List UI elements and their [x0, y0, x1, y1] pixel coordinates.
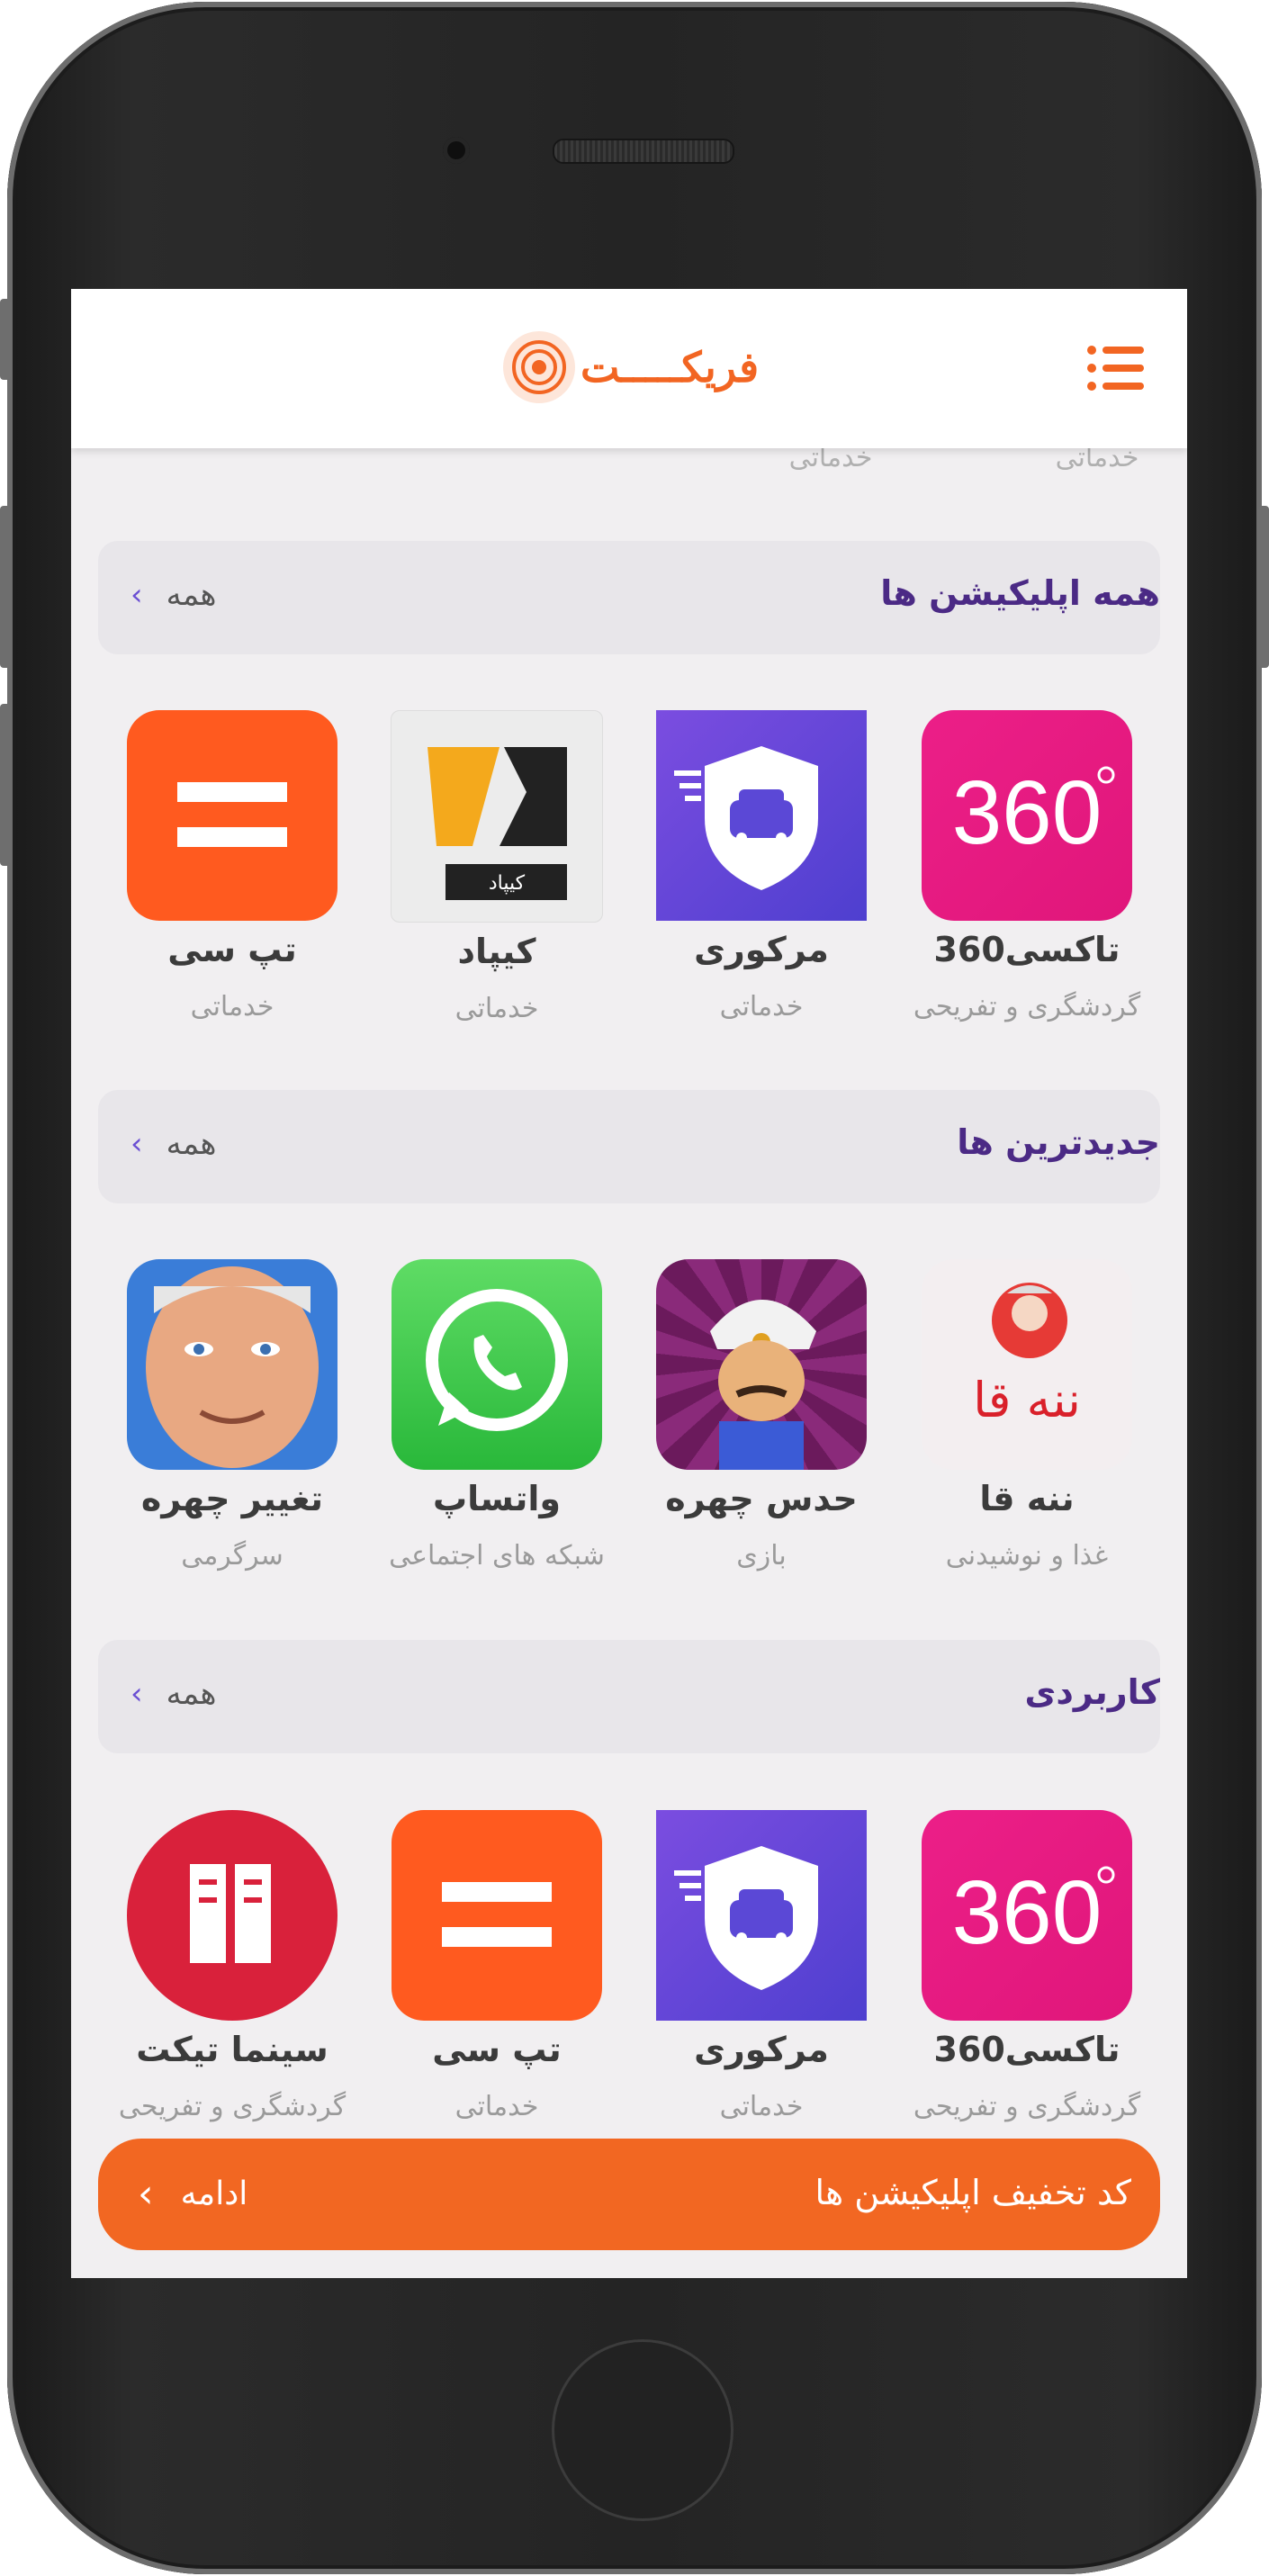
- tapsi-icon: [127, 710, 338, 921]
- mercury-car-shield-icon: [656, 710, 867, 921]
- app-name: حدس چهره: [665, 1479, 858, 1518]
- see-all-label: همه: [166, 577, 217, 613]
- app-category: خدماتی: [719, 991, 804, 1022]
- app-name: سینما تیکت: [136, 2030, 328, 2069]
- app-category: گردشگری و تفریحی: [118, 2091, 346, 2122]
- app-name: تاکسی360: [933, 2030, 1120, 2069]
- continue-label: ادامه: [180, 2175, 248, 2212]
- power-button: [1258, 506, 1269, 668]
- see-all-label: همه: [166, 1126, 217, 1162]
- see-all-link[interactable]: ‹ همه: [130, 1126, 216, 1162]
- volume-down-button: [0, 704, 11, 866]
- app-name: مرکوری: [694, 930, 829, 969]
- app-card-akinator[interactable]: حدس چهره بازی: [635, 1259, 887, 1572]
- front-camera: [443, 137, 470, 164]
- section-title: جدیدترین ها: [957, 1122, 1160, 1162]
- mercury-car-shield-icon: [656, 1810, 867, 2021]
- tapsi-icon: [392, 1810, 602, 2021]
- app-card-naneh-gha[interactable]: ننه قا ننه قا غذا و نوشیدنی: [901, 1259, 1153, 1572]
- logo-emblem-icon: [503, 331, 575, 403]
- app-category: غذا و نوشیدنی: [945, 1540, 1109, 1572]
- app-category: گردشگری و تفریحی: [913, 991, 1141, 1022]
- chevron-left-icon: ‹: [130, 577, 143, 613]
- app-card-tapsi[interactable]: تپ سی خدماتی: [371, 1810, 623, 2122]
- cinema-ticket-icon: [127, 1810, 338, 2021]
- earpiece-speaker: [553, 139, 734, 164]
- see-all-link[interactable]: ‹ همه: [130, 577, 216, 613]
- section-header-all-apps: همه اپلیکیشن ها ‹ همه: [98, 541, 1160, 654]
- logo-text: فریکـــــت: [580, 343, 760, 392]
- section-header-practical: کاربردی ‹ همه: [98, 1640, 1160, 1753]
- app-name: تپ سی: [167, 930, 297, 969]
- chevron-left-icon: ‹: [130, 1676, 143, 1712]
- section-title: کاربردی: [1024, 1672, 1160, 1712]
- svg-text:360: 360: [952, 762, 1102, 863]
- home-button[interactable]: [552, 2339, 734, 2521]
- see-all-link[interactable]: ‹ همه: [130, 1676, 216, 1712]
- app-card-mercury[interactable]: مرکوری خدماتی: [635, 1810, 887, 2122]
- kipod-icon: کیپاد: [391, 710, 603, 923]
- app-name: واتساپ: [432, 1479, 562, 1518]
- chevron-left-icon: ‹: [138, 2171, 154, 2217]
- app-card-cinema-ticket[interactable]: سینما تیکت گردشگری و تفریحی: [106, 1810, 358, 2122]
- app-card-mercury[interactable]: مرکوری خدماتی: [635, 710, 887, 1022]
- app-logo[interactable]: فریکـــــت: [503, 327, 759, 408]
- app-category: گردشگری و تفریحی: [913, 2091, 1141, 2122]
- app-card-whatsapp[interactable]: واتساپ شبکه های اجتماعی: [371, 1259, 623, 1572]
- naneh-gha-icon: ننه قا: [922, 1259, 1132, 1470]
- old-face-icon: [127, 1259, 338, 1470]
- app-card-face-changer[interactable]: تغییر چهره سرگرمی: [106, 1259, 358, 1572]
- see-all-label: همه: [166, 1676, 217, 1712]
- akinator-genie-icon: [656, 1259, 867, 1470]
- section-title: همه اپلیکیشن ها: [880, 573, 1160, 613]
- discount-codes-banner[interactable]: کد تخفیف اپلیکیشن ها ‹ ادامه: [98, 2139, 1160, 2250]
- section-header-newest: جدیدترین ها ‹ همه: [98, 1090, 1160, 1203]
- app-category: خدماتی: [190, 991, 274, 1022]
- discount-banner-label: کد تخفیف اپلیکیشن ها: [814, 2173, 1131, 2212]
- app-card-taxi360[interactable]: 360 تاکسی360 گردشگری و تفریحی: [901, 1810, 1153, 2122]
- app-category: بازی: [736, 1540, 787, 1572]
- app-name: تاکسی360: [933, 930, 1120, 969]
- svg-text:360: 360: [952, 1862, 1102, 1963]
- top-app-bar: فریکـــــت: [71, 289, 1187, 448]
- app-name: تغییر چهره: [140, 1479, 324, 1518]
- app-category: سرگرمی: [181, 1540, 284, 1572]
- taxi360-icon: 360: [922, 1810, 1132, 2021]
- app-name: کیپاد: [457, 932, 536, 971]
- svg-text:کیپاد: کیپاد: [489, 872, 526, 895]
- app-card-kipod[interactable]: کیپاد کیپاد خدماتی: [371, 710, 623, 1024]
- app-category: خدماتی: [454, 2091, 539, 2122]
- app-card-tapsi[interactable]: تپ سی خدماتی: [106, 710, 358, 1022]
- chevron-left-icon: ‹: [130, 1126, 143, 1162]
- app-name: تپ سی: [432, 2030, 562, 2069]
- app-category: خدماتی: [719, 2091, 804, 2122]
- whatsapp-icon: [392, 1259, 602, 1470]
- svg-text:ننه قا: ننه قا: [973, 1372, 1081, 1428]
- app-category: شبکه های اجتماعی: [389, 1540, 605, 1572]
- hamburger-menu-icon[interactable]: [1086, 345, 1144, 392]
- app-name: مرکوری: [694, 2030, 829, 2069]
- app-card-taxi360[interactable]: 360 تاکسی360 گردشگری و تفریحی: [901, 710, 1153, 1022]
- mute-switch: [0, 299, 11, 380]
- app-category: خدماتی: [454, 993, 539, 1024]
- continue-button[interactable]: ‹ ادامه: [138, 2171, 248, 2217]
- app-screen: فریکـــــت خدماتی خدماتی همه اپلیکیشن ها…: [71, 289, 1187, 2278]
- taxi360-icon: 360: [922, 710, 1132, 921]
- app-name: ننه قا: [979, 1479, 1075, 1518]
- volume-up-button: [0, 506, 11, 668]
